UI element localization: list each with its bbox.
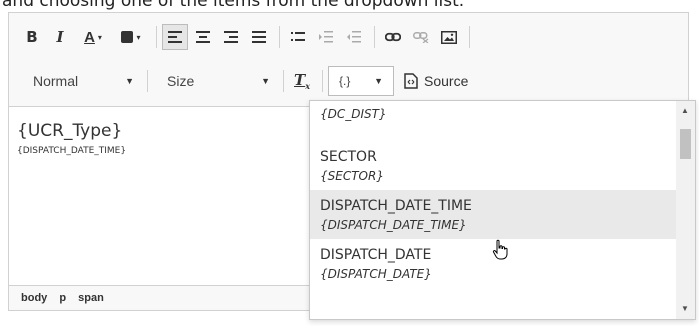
format-dropdown[interactable]: Normal ▼ bbox=[19, 68, 142, 94]
bold-button[interactable]: B bbox=[19, 24, 45, 50]
cropped-instruction-text: and choosing one of the items from the d… bbox=[0, 0, 699, 12]
dropdown-item-sector[interactable]: SECTOR {SECTOR} bbox=[310, 141, 676, 190]
instruction-text: and choosing one of the items from the d… bbox=[2, 0, 465, 11]
size-dropdown[interactable]: Size ▼ bbox=[153, 68, 278, 94]
dropdown-item-code: {DISPATCH_DATE_TIME} bbox=[320, 218, 467, 232]
dropdown-item-code: {DISPATCH_DATE} bbox=[320, 267, 432, 281]
toolbar-separator bbox=[469, 26, 470, 48]
text-color-label: A bbox=[84, 28, 95, 46]
bulleted-list-button[interactable] bbox=[285, 24, 311, 50]
remove-format-icon: Tx bbox=[294, 71, 310, 91]
text-color-button[interactable]: A ▾ bbox=[75, 24, 111, 50]
path-item-body[interactable]: body bbox=[21, 292, 47, 304]
bulleted-list-icon bbox=[291, 32, 305, 41]
italic-label: I bbox=[56, 28, 64, 46]
variable-dropdown-list: {DC_DIST} SECTOR {SECTOR} DISPATCH_DATE_… bbox=[309, 100, 696, 320]
indent-button[interactable] bbox=[313, 24, 339, 50]
image-button[interactable] bbox=[436, 24, 462, 50]
source-icon bbox=[404, 73, 418, 89]
format-dropdown-value: Normal bbox=[33, 73, 79, 89]
editor-toolbar: B I A ▾ ▾ Normal ▼ Size ▼ Tx {.} ▼ Sourc… bbox=[9, 13, 688, 107]
dropdown-item-title: SECTOR bbox=[320, 149, 377, 165]
unlink-button[interactable] bbox=[408, 24, 434, 50]
dropdown-item-code: {SECTOR} bbox=[320, 169, 384, 183]
size-dropdown-value: Size bbox=[167, 73, 195, 89]
justify-button[interactable] bbox=[246, 24, 272, 50]
scrollbar-thumb[interactable] bbox=[680, 129, 691, 159]
align-left-icon bbox=[168, 31, 182, 43]
hand-pointer-icon bbox=[492, 239, 508, 260]
dropdown-item-dc-dist[interactable]: {DC_DIST} bbox=[310, 101, 676, 141]
italic-button[interactable]: I bbox=[47, 24, 73, 50]
outdent-button[interactable] bbox=[341, 24, 367, 50]
align-right-button[interactable] bbox=[218, 24, 244, 50]
outdent-icon bbox=[347, 31, 361, 43]
align-center-button[interactable] bbox=[190, 24, 216, 50]
image-icon bbox=[441, 30, 457, 44]
dropdown-item-title: DISPATCH_DATE_TIME bbox=[320, 198, 472, 214]
chevron-down-icon: ▾ bbox=[97, 32, 102, 42]
path-item-span[interactable]: span bbox=[78, 292, 104, 304]
toolbar-row-2: Normal ▼ Size ▼ Tx {.} ▼ Source bbox=[19, 66, 468, 96]
toolbar-separator bbox=[156, 26, 157, 48]
chevron-down-icon: ▼ bbox=[261, 76, 270, 86]
background-color-button[interactable]: ▾ bbox=[113, 24, 149, 50]
justify-icon bbox=[252, 31, 266, 43]
dropdown-scrollbar[interactable]: ▲ ▼ bbox=[676, 101, 695, 319]
chevron-down-icon: ▼ bbox=[125, 76, 134, 86]
variable-dropdown[interactable]: {.} ▼ bbox=[328, 66, 394, 96]
dropdown-item-code: {DC_DIST} bbox=[320, 107, 387, 121]
toolbar-separator bbox=[283, 70, 284, 92]
link-button[interactable] bbox=[380, 24, 406, 50]
source-button[interactable]: Source bbox=[404, 73, 468, 89]
chevron-down-icon: ▾ bbox=[136, 32, 141, 42]
toolbar-row-1: B I A ▾ ▾ bbox=[19, 22, 475, 52]
align-right-icon bbox=[224, 31, 238, 43]
content-line-ucr-type: {UCR_Type} bbox=[17, 121, 123, 141]
indent-icon bbox=[319, 31, 333, 43]
bold-label: B bbox=[26, 28, 38, 46]
source-label: Source bbox=[424, 73, 469, 89]
editor-content[interactable]: {UCR_Type} {DISPATCH_DATE_TIME} bbox=[17, 121, 126, 156]
variable-dropdown-value: {.} bbox=[339, 74, 351, 88]
background-color-icon bbox=[121, 31, 134, 43]
path-item-p[interactable]: p bbox=[59, 292, 66, 304]
remove-format-button[interactable]: Tx bbox=[289, 68, 315, 94]
chevron-down-icon: ▼ bbox=[374, 76, 383, 86]
unlink-icon bbox=[413, 32, 429, 43]
align-center-icon bbox=[196, 31, 210, 43]
link-icon bbox=[385, 32, 401, 42]
content-line-dispatch-date-time: {DISPATCH_DATE_TIME} bbox=[17, 146, 127, 156]
scroll-down-arrow-icon[interactable]: ▼ bbox=[681, 304, 689, 313]
toolbar-separator bbox=[147, 70, 148, 92]
toolbar-separator bbox=[322, 70, 323, 92]
dropdown-item-dispatch-date-time[interactable]: DISPATCH_DATE_TIME {DISPATCH_DATE_TIME} bbox=[310, 190, 676, 239]
align-left-button[interactable] bbox=[162, 24, 188, 50]
toolbar-separator bbox=[374, 26, 375, 48]
toolbar-separator bbox=[279, 26, 280, 48]
scroll-up-arrow-icon[interactable]: ▲ bbox=[681, 106, 689, 115]
